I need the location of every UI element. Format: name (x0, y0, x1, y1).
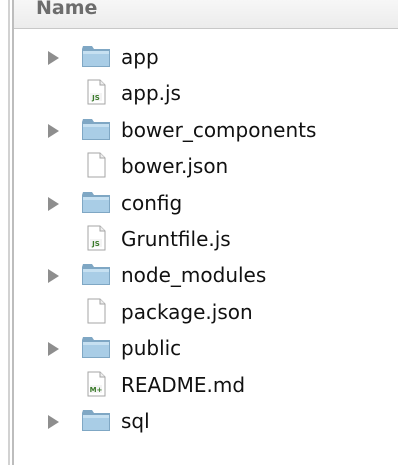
svg-text:JS: JS (91, 94, 100, 102)
file-row[interactable]: node_modules (14, 258, 398, 294)
file-list: app JS app.js bower_components bower.json con… (14, 40, 398, 440)
disclosure-triangle-icon[interactable] (48, 269, 59, 284)
file-name-label: bower.json (121, 154, 229, 179)
disclosure-triangle-icon[interactable] (48, 196, 59, 211)
document-icon (81, 298, 111, 324)
name-column-label: Name (36, 0, 98, 19)
file-name-label: bower_components (121, 117, 317, 142)
file-name-label: app (121, 45, 159, 69)
file-row[interactable]: bower_components (14, 113, 398, 149)
svg-text:M+: M+ (90, 386, 103, 394)
window-edge (8, 0, 10, 465)
file-row[interactable]: sql (14, 404, 398, 440)
disclosure-triangle-icon[interactable] (48, 51, 59, 65)
document-icon (81, 152, 111, 178)
markdown-file-icon: M+ (81, 371, 111, 397)
js-file-icon: JS (81, 79, 111, 105)
folder-icon (81, 334, 111, 360)
file-name-label: app.js (121, 81, 181, 106)
file-row[interactable]: app (14, 40, 398, 76)
file-row[interactable]: config (14, 186, 398, 222)
file-row[interactable]: JS app.js (14, 76, 398, 112)
file-name-label: config (121, 190, 183, 215)
folder-icon (81, 116, 111, 142)
file-name-label: README.md (121, 372, 246, 397)
finder-window: Name app JS app.js bower_components bower.js… (0, 0, 398, 465)
folder-icon (81, 43, 111, 69)
file-row[interactable]: bower.json (14, 149, 398, 185)
svg-text:JS: JS (91, 240, 100, 248)
folder-icon (81, 407, 111, 433)
js-file-icon: JS (81, 225, 111, 251)
disclosure-triangle-icon[interactable] (48, 342, 59, 357)
file-row[interactable]: package.json (14, 295, 398, 331)
file-name-label: node_modules (121, 263, 267, 288)
file-name-label: public (121, 336, 182, 361)
file-name-label: package.json (121, 299, 253, 324)
file-name-label: sql (121, 408, 150, 433)
folder-icon (81, 189, 111, 215)
file-row[interactable]: public (14, 331, 398, 367)
disclosure-triangle-icon[interactable] (48, 414, 59, 429)
folder-icon (81, 261, 111, 287)
file-name-label: Gruntfile.js (121, 226, 231, 251)
file-row[interactable]: JS Gruntfile.js (14, 222, 398, 258)
column-header[interactable]: Name (14, 0, 398, 29)
file-row[interactable]: M+ README.md (14, 368, 398, 404)
disclosure-triangle-icon[interactable] (48, 123, 59, 138)
